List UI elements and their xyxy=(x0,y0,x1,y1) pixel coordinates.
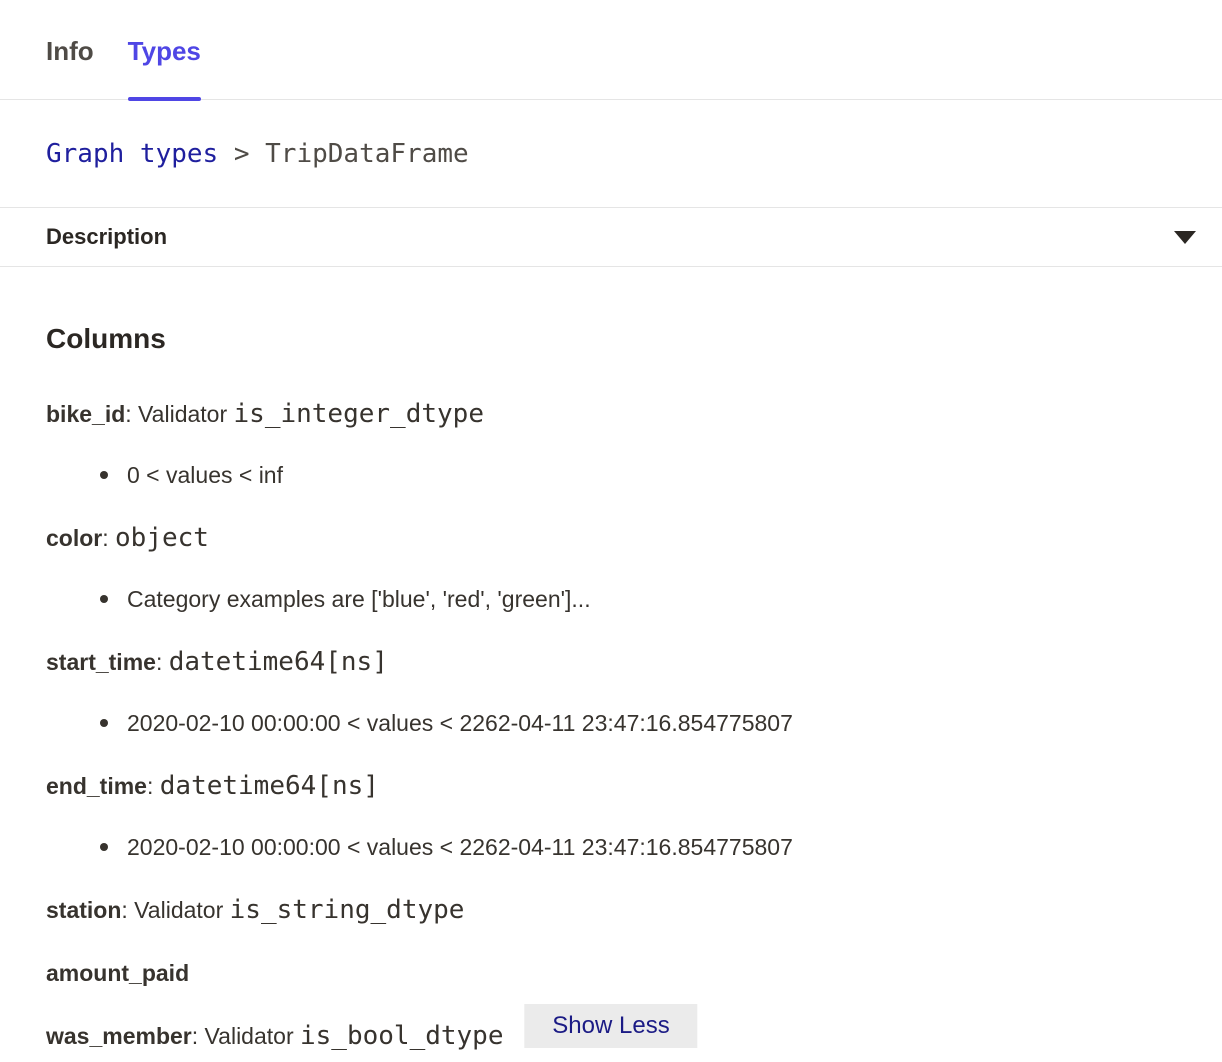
caret-down-icon[interactable] xyxy=(1174,231,1196,244)
column-bullets: Category examples are ['blue', 'red', 'g… xyxy=(46,584,1176,614)
description-header[interactable]: Description xyxy=(0,207,1222,267)
column-dtype: datetime64[ns] xyxy=(169,647,388,677)
column-dtype: is_string_dtype xyxy=(230,895,465,925)
bullet-dot xyxy=(100,471,108,479)
breadcrumb-link-graph-types[interactable]: Graph types xyxy=(46,139,218,169)
column-colon: : xyxy=(121,897,134,923)
columns-section: Columns bike_id: Validator is_integer_dt… xyxy=(0,267,1222,1051)
bullet-item: 2020-02-10 00:00:00 < values < 2262-04-1… xyxy=(46,708,1176,738)
columns-list: bike_id: Validator is_integer_dtype 0 < … xyxy=(46,399,1176,1051)
column-definition: amount_paid xyxy=(46,958,1176,988)
breadcrumb: Graph types > TripDataFrame xyxy=(0,100,1222,207)
column-name: end_time xyxy=(46,773,147,799)
bullet-text: 2020-02-10 00:00:00 < values < 2262-04-1… xyxy=(127,832,793,862)
column-definition: end_time: datetime64[ns] xyxy=(46,771,1176,801)
column-entry: bike_id: Validator is_integer_dtype 0 < … xyxy=(46,399,1176,490)
column-name: start_time xyxy=(46,649,156,675)
columns-heading: Columns xyxy=(46,321,1176,357)
column-definition: station: Validator is_string_dtype xyxy=(46,895,1176,925)
tab-bar: Info Types xyxy=(0,0,1222,100)
column-validator-prefix: Validator xyxy=(134,897,229,923)
column-definition: color: object xyxy=(46,523,1176,553)
column-definition: start_time: datetime64[ns] xyxy=(46,647,1176,677)
column-colon: : xyxy=(102,525,115,551)
column-entry: start_time: datetime64[ns] 2020-02-10 00… xyxy=(46,647,1176,738)
column-name: amount_paid xyxy=(46,960,189,986)
column-validator-prefix: Validator xyxy=(205,1023,300,1049)
column-colon: : xyxy=(125,401,138,427)
column-bullets: 2020-02-10 00:00:00 < values < 2262-04-1… xyxy=(46,832,1176,862)
tab-info[interactable]: Info xyxy=(46,36,94,99)
column-colon: : xyxy=(192,1023,205,1049)
active-tab-underline xyxy=(128,97,201,101)
tab-types-label: Types xyxy=(128,36,201,66)
column-name: color xyxy=(46,525,102,551)
column-name: bike_id xyxy=(46,401,125,427)
types-page: Info Types Graph types > TripDataFrame D… xyxy=(0,0,1222,1062)
column-name: station xyxy=(46,897,121,923)
bullet-text: Category examples are ['blue', 'red', 'g… xyxy=(127,584,591,614)
column-definition: bike_id: Validator is_integer_dtype xyxy=(46,399,1176,429)
column-validator-prefix: Validator xyxy=(138,401,233,427)
column-dtype: object xyxy=(115,523,209,553)
column-colon: : xyxy=(147,773,160,799)
bullet-item: 2020-02-10 00:00:00 < values < 2262-04-1… xyxy=(46,832,1176,862)
bullet-dot xyxy=(100,595,108,603)
column-colon: : xyxy=(156,649,169,675)
breadcrumb-separator: > xyxy=(218,139,265,169)
bullet-dot xyxy=(100,843,108,851)
bullet-dot xyxy=(100,719,108,727)
column-dtype: datetime64[ns] xyxy=(160,771,379,801)
column-entry: end_time: datetime64[ns] 2020-02-10 00:0… xyxy=(46,771,1176,862)
bullet-item: 0 < values < inf xyxy=(46,460,1176,490)
tab-info-label: Info xyxy=(46,36,94,66)
column-bullets: 2020-02-10 00:00:00 < values < 2262-04-1… xyxy=(46,708,1176,738)
column-entry: station: Validator is_string_dtype xyxy=(46,895,1176,925)
column-entry: color: object Category examples are ['bl… xyxy=(46,523,1176,614)
show-less-button[interactable]: Show Less xyxy=(524,1004,697,1048)
column-dtype: is_integer_dtype xyxy=(234,399,484,429)
bullet-text: 2020-02-10 00:00:00 < values < 2262-04-1… xyxy=(127,708,793,738)
tab-types[interactable]: Types xyxy=(128,36,201,99)
bullet-text: 0 < values < inf xyxy=(127,460,283,490)
column-entry: amount_paid xyxy=(46,958,1176,988)
column-bullets: 0 < values < inf xyxy=(46,460,1176,490)
breadcrumb-current: TripDataFrame xyxy=(265,139,469,169)
bullet-item: Category examples are ['blue', 'red', 'g… xyxy=(46,584,1176,614)
description-label: Description xyxy=(46,224,167,250)
column-dtype: is_bool_dtype xyxy=(300,1021,504,1051)
column-name: was_member xyxy=(46,1023,192,1049)
